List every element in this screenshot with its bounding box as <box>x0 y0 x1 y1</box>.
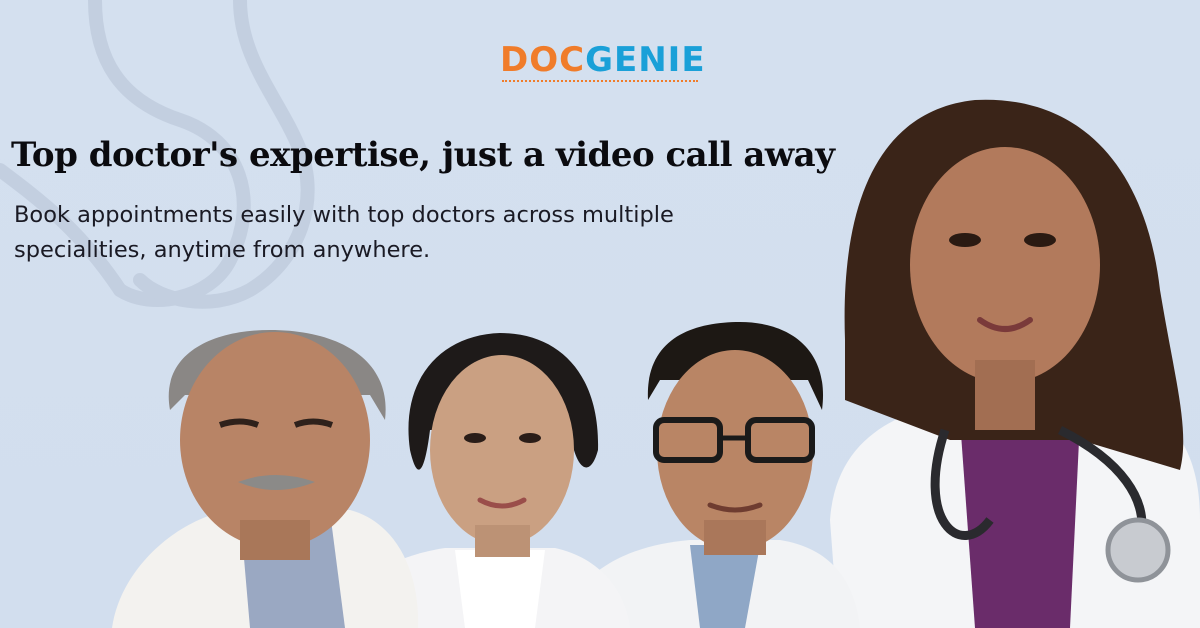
doctor-photo-4 <box>830 99 1200 628</box>
doctors-photo-group <box>112 99 1200 628</box>
promo-banner: DOC GENIE Top doctor's expertise, just a … <box>0 0 1200 628</box>
doctor-photo-1 <box>112 330 419 628</box>
